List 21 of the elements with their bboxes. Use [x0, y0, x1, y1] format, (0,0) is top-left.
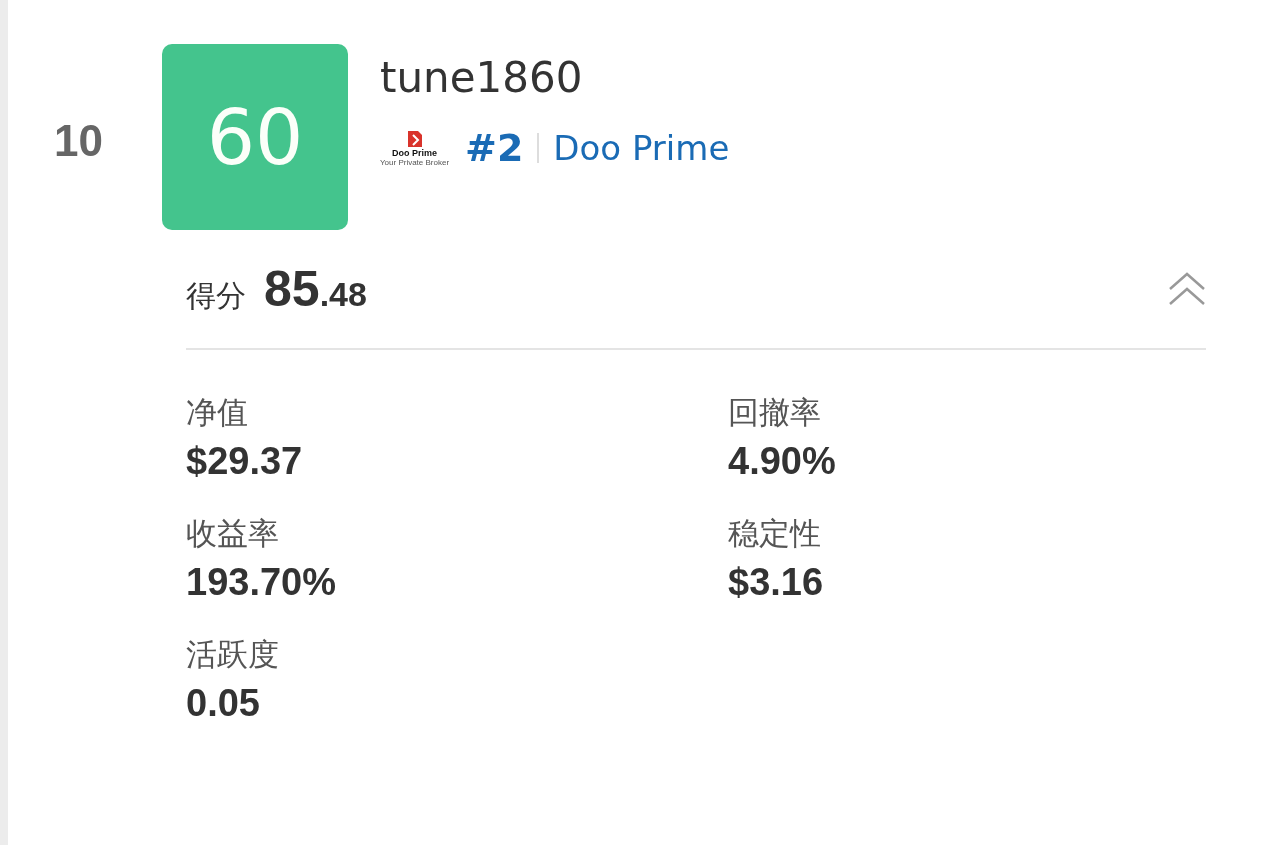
stat-value: 0.05 [186, 682, 261, 725]
stat-label: 净值 [186, 393, 249, 432]
stat-value: $29.37 [186, 440, 304, 483]
avatar-badge: 60 [162, 44, 348, 230]
score-value: 85.48 [264, 260, 367, 318]
rank-number: 10 [53, 116, 104, 166]
trader-name: tune1860 [380, 52, 584, 104]
stat-label: 回撤率 [728, 393, 822, 432]
broker-name[interactable]: Doo Prime [553, 128, 730, 168]
collapse-chevron-icon[interactable] [1168, 272, 1206, 306]
logo-tagline: Your Private Broker [380, 157, 450, 167]
stat-label: 活跃度 [186, 635, 280, 674]
logo-mark-icon [405, 129, 424, 148]
stat-value: 193.70% [186, 561, 337, 604]
stat-value: $3.16 [728, 561, 825, 604]
score-label: 得分 [186, 277, 246, 315]
stat-label: 收益率 [186, 514, 280, 553]
broker-position: #2 [465, 126, 524, 170]
stat-label: 稳定性 [728, 514, 822, 553]
stat-value: 4.90% [728, 440, 837, 483]
logo-name: Doo Prime [392, 147, 438, 158]
